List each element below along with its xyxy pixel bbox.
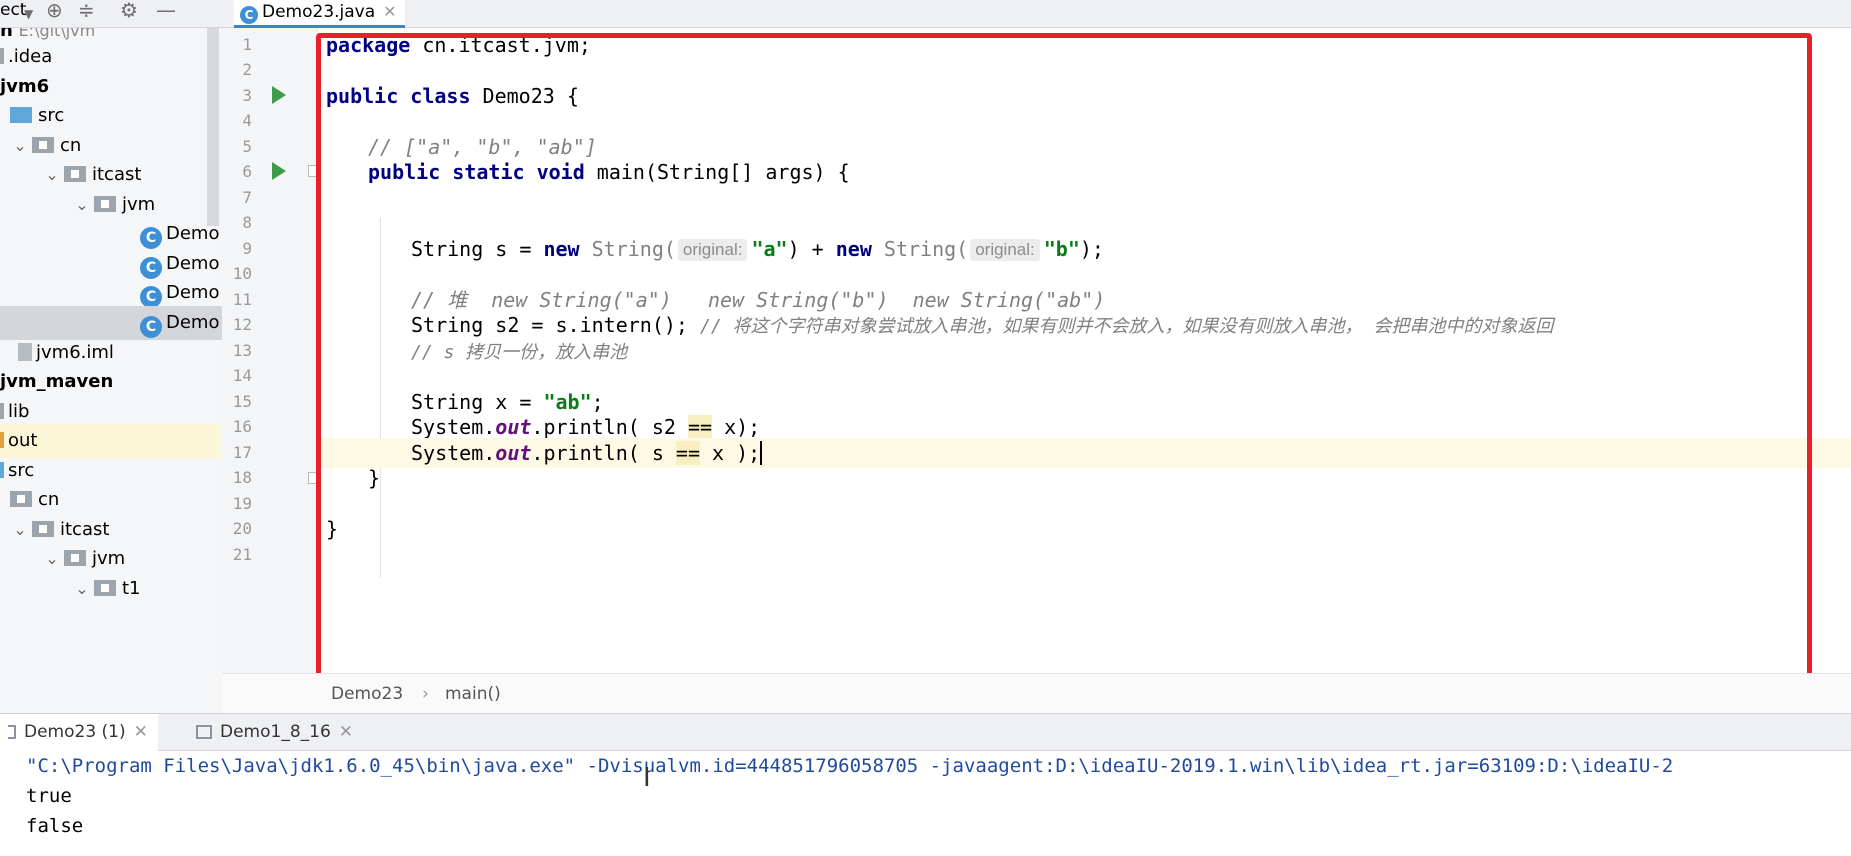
tree-item-jvm-maven[interactable]: jvm_maven <box>0 365 113 399</box>
tree-item-itcast[interactable]: ⌄ itcast <box>40 158 141 192</box>
console-output-line: true <box>26 785 72 807</box>
file-icon <box>18 343 32 361</box>
tree-item-jvm[interactable]: ⌄ jvm <box>40 542 125 576</box>
text-caret <box>760 441 763 465</box>
indent-guide <box>380 218 381 578</box>
tree-item-class[interactable]: C Demo <box>140 276 219 310</box>
code-line-6: public static void main(String[] args) { <box>368 160 850 184</box>
gear-icon[interactable]: ⚙ <box>120 0 138 20</box>
code-editor[interactable]: package cn.itcast.jvm; public class Demo… <box>318 28 1851 673</box>
class-icon: C <box>140 316 162 338</box>
chevron-down-icon[interactable]: ▼ <box>24 4 33 24</box>
chevron-down-icon[interactable]: ⌄ <box>40 542 64 576</box>
tab-run-demo23[interactable]: Demo23 (1) ✕ <box>0 714 158 751</box>
run-console-icon <box>196 725 212 739</box>
breadcrumb-separator: › <box>422 684 429 704</box>
class-icon: C <box>240 6 258 24</box>
chevron-down-icon[interactable]: ⌄ <box>8 129 32 163</box>
run-main-icon[interactable] <box>272 162 286 180</box>
code-line-17-current: System.out.println( s == x ); <box>318 438 1851 468</box>
close-icon[interactable]: ✕ <box>383 2 396 21</box>
project-view-selector[interactable]: ect <box>0 0 26 20</box>
editor-tab-bar: C Demo23.java ✕ <box>222 0 1851 28</box>
tree-item-idea[interactable]: .idea <box>0 40 52 74</box>
code-line-13: // s 拷贝一份，放入串池 <box>411 342 628 363</box>
code-line-9: String s = new String(original: "a") + ne… <box>411 237 1104 261</box>
class-icon: C <box>140 227 162 249</box>
run-tab-bar: Demo23 (1) ✕ Demo1_8_16 ✕ <box>0 713 1851 751</box>
chevron-down-icon[interactable]: ⌄ <box>70 572 94 606</box>
close-icon[interactable]: ✕ <box>134 722 148 742</box>
breadcrumb-item-class[interactable]: Demo23 <box>331 674 403 714</box>
chevron-down-icon[interactable]: ⌄ <box>8 513 32 547</box>
editor-gutter: 1 2 3 4 5 6 7 8 9 10 11 12 13 14 15 16 1… <box>222 28 320 673</box>
code-line-3: public class Demo23 { <box>326 84 579 108</box>
tree-item-out[interactable]: out <box>0 424 222 458</box>
code-line-1: package cn.itcast.jvm; <box>326 33 591 57</box>
parameter-hint: original: <box>970 239 1040 261</box>
parameter-hint: original: <box>677 239 748 261</box>
chevron-down-icon[interactable]: ⌄ <box>40 158 64 192</box>
chevron-down-icon[interactable]: ⌄ <box>70 188 94 222</box>
tab-demo23-java[interactable]: C Demo23.java ✕ <box>234 0 405 28</box>
code-line-18: } <box>368 466 381 490</box>
breadcrumb-item-method[interactable]: main() <box>445 674 501 714</box>
console-output-line: false <box>26 815 84 837</box>
tree-item-class-selected[interactable]: C Demo <box>0 306 222 340</box>
run-console-icon <box>8 725 16 739</box>
tab-run-demo1-8-16[interactable]: Demo1_8_16 ✕ <box>188 714 363 751</box>
run-class-icon[interactable] <box>272 86 286 104</box>
class-icon: C <box>140 286 162 308</box>
tree-scrollbar[interactable] <box>207 28 219 226</box>
collapse-icon[interactable]: ≑ <box>78 0 95 20</box>
breadcrumb: Demo23 › main() <box>222 673 1851 713</box>
close-icon[interactable]: ✕ <box>339 722 353 742</box>
line-number: 21 <box>232 545 252 564</box>
tree-item-t1[interactable]: ⌄ t1 <box>70 572 140 606</box>
crosshair-icon[interactable]: ⊕ <box>46 0 63 20</box>
code-line-20: } <box>326 517 339 541</box>
tree-item-cn[interactable]: cn <box>10 483 59 517</box>
mouse-ibeam-cursor: I <box>643 763 651 793</box>
run-console[interactable]: "C:\Program Files\Java\jdk1.6.0_45\bin\j… <box>0 751 1851 856</box>
minimize-icon[interactable]: — <box>156 0 176 20</box>
project-toolbar: ect ▼ ⊕ ≑ ⚙ — <box>0 0 222 28</box>
project-tree: n E:\git\jvm .idea jvm6 src ⌄ cn ⌄ itcast … <box>0 28 222 713</box>
tree-item-src[interactable]: src <box>10 99 64 133</box>
console-command-line: "C:\Program Files\Java\jdk1.6.0_45\bin\j… <box>26 755 1674 777</box>
